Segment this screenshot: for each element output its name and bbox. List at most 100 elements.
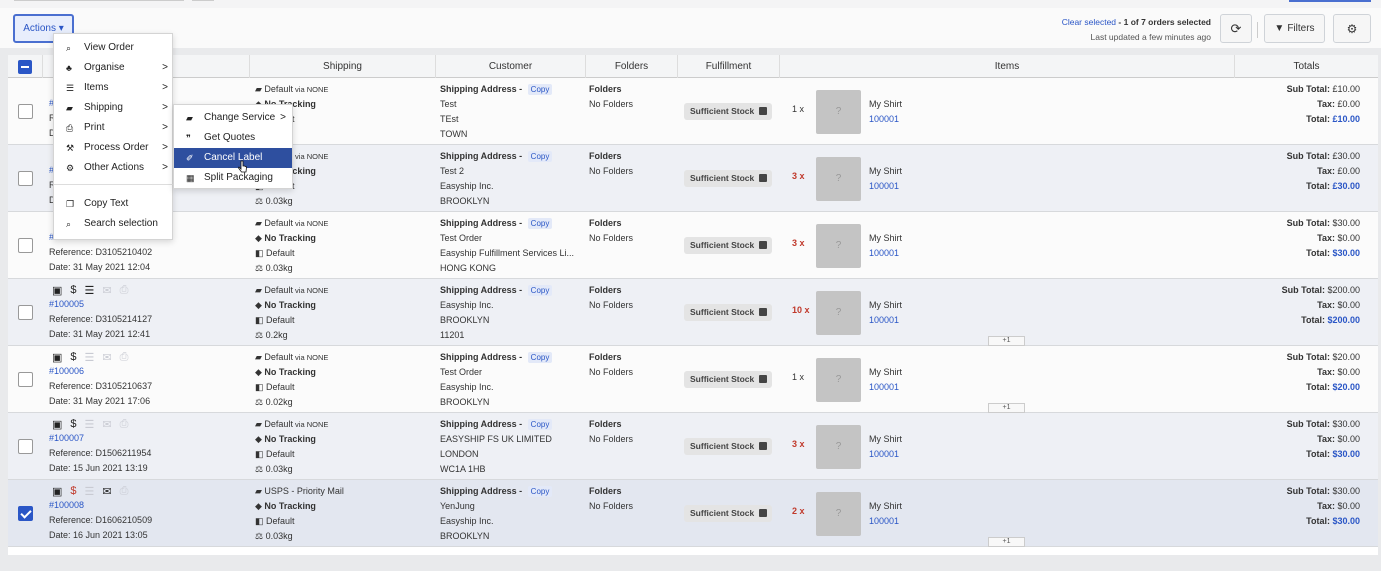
filters-button[interactable]: ▼ Filters — [1264, 14, 1325, 43]
copy-address-button[interactable]: Copy — [527, 486, 553, 497]
menu-item-search-selection[interactable]: ⌕ Search selection — [54, 214, 174, 234]
weight-icon: ⚖ — [255, 464, 266, 474]
row-checkbox[interactable] — [18, 171, 33, 186]
money-icon[interactable]: ▣ — [52, 485, 62, 498]
menu-item-other-actions[interactable]: ⚙ Other Actions > — [54, 158, 174, 178]
more-items-button[interactable]: +1 — [988, 403, 1025, 413]
box-icon: ◧ — [255, 248, 267, 258]
item-thumbnail[interactable]: ? — [816, 358, 861, 402]
table-row[interactable]: ▣$☰✉⎙ #100004 Reference: D3105210402 Dat… — [8, 212, 1378, 279]
submenu-item-split-packaging[interactable]: ▦ Split Packaging — [174, 168, 292, 188]
list-icon[interactable]: ☰ — [85, 485, 95, 498]
print-icon[interactable]: ⎙ — [120, 284, 129, 297]
order-action-icons: ▣ $ ☰ ✉ ⎙ — [52, 284, 128, 297]
tax-label: Tax: — [1317, 166, 1338, 176]
copy-address-button[interactable]: Copy — [527, 419, 553, 430]
item-thumbnail[interactable]: ? — [816, 492, 861, 536]
address-line: Easyship Inc. — [440, 181, 494, 191]
item-sku-link[interactable]: 100001 — [869, 313, 902, 328]
gear-icon: ⚙ — [66, 163, 75, 173]
row-checkbox[interactable] — [18, 506, 33, 521]
subtotal-label: Sub Total: — [1286, 84, 1333, 94]
item-thumbnail[interactable]: ? — [816, 291, 861, 335]
col-customer[interactable]: Customer — [435, 55, 585, 78]
item-sku-link[interactable]: 100001 — [869, 246, 902, 261]
money-icon[interactable]: ▣ — [52, 418, 62, 431]
row-checkbox[interactable] — [18, 372, 33, 387]
item-sku-link[interactable]: 100001 — [869, 112, 902, 127]
select-all-checkbox[interactable] — [18, 60, 32, 74]
envelope-icon[interactable]: ✉ — [102, 284, 111, 297]
item-thumbnail[interactable]: ? — [816, 425, 861, 469]
print-icon[interactable]: ⎙ — [120, 351, 129, 364]
total-label: Total: — [1306, 181, 1333, 191]
envelope-icon[interactable]: ✉ — [102, 418, 111, 431]
envelope-icon[interactable]: ✉ — [102, 485, 111, 498]
item-sku-link[interactable]: 100001 — [869, 179, 902, 194]
item-thumbnail[interactable]: ? — [816, 90, 861, 134]
copy-address-button[interactable]: Copy — [527, 352, 553, 363]
copy-address-button[interactable]: Copy — [527, 218, 553, 229]
print-icon[interactable]: ⎙ — [120, 418, 129, 431]
more-items-button[interactable]: +1 — [988, 537, 1025, 547]
menu-item-organise[interactable]: ♣ Organise > — [54, 58, 174, 78]
order-id-link[interactable]: #100006 — [49, 364, 152, 379]
submenu-item-get-quotes[interactable]: ❞ Get Quotes — [174, 128, 292, 148]
list-icon[interactable]: ☰ — [85, 284, 95, 297]
row-checkbox[interactable] — [18, 238, 33, 253]
copy-address-button[interactable]: Copy — [527, 84, 553, 95]
menu-item-items[interactable]: ☰ Items > — [54, 78, 174, 98]
dollar-icon[interactable]: $ — [70, 485, 76, 498]
table-row[interactable]: ▣ $ ☰ ✉ ⎙ #100005 Reference: D3105214127 Dat… — [8, 279, 1378, 346]
submenu-item-cancel-label[interactable]: ✐ Cancel Label — [174, 148, 292, 168]
item-sku-link[interactable]: 100001 — [869, 380, 902, 395]
print-icon[interactable]: ⎙ — [120, 485, 129, 498]
item-thumbnail[interactable]: ? — [816, 224, 861, 268]
item-quantity: 10 x — [792, 305, 810, 315]
menu-item-process-order[interactable]: ⚒ Process Order > — [54, 138, 174, 158]
refresh-button[interactable]: ⟳ — [1220, 14, 1252, 43]
table-row[interactable]: ▣ $ ☰ ✉ ⎙ #100006 Reference: D3105210637 Dat… — [8, 346, 1378, 413]
envelope-icon[interactable]: ✉ — [102, 351, 111, 364]
row-checkbox[interactable] — [18, 439, 33, 454]
clear-selected-link[interactable]: Clear selected — [1062, 17, 1116, 27]
money-icon[interactable]: ▣ — [52, 284, 62, 297]
col-items[interactable]: Items — [779, 55, 1234, 78]
money-icon[interactable]: ▣ — [52, 351, 62, 364]
package-name: Default — [266, 449, 295, 459]
order-id-link[interactable]: #100007 — [49, 431, 151, 446]
copy-address-button[interactable]: Copy — [527, 151, 553, 162]
menu-item-shipping[interactable]: ▰ Shipping > — [54, 98, 174, 118]
row-checkbox[interactable] — [18, 104, 33, 119]
col-fulfillment[interactable]: Fulfillment — [677, 55, 779, 78]
list-icon[interactable]: ☰ — [85, 418, 95, 431]
item-name: My Shirt — [869, 99, 903, 109]
item-info: My Shirt 100001 — [869, 298, 902, 328]
list-icon[interactable]: ☰ — [85, 351, 95, 364]
order-id-link[interactable]: #100008 — [49, 498, 152, 513]
col-folders[interactable]: Folders — [585, 55, 677, 78]
menu-item-copy-text[interactable]: ❐ Copy Text — [54, 194, 174, 214]
copy-address-button[interactable]: Copy — [527, 285, 553, 296]
table-row[interactable]: ▣ $ ☰ ✉ ⎙ #100008 Reference: D1606210509 Dat… — [8, 480, 1378, 547]
col-totals[interactable]: Totals — [1234, 55, 1378, 78]
folders-title: Folders — [589, 84, 622, 94]
menu-item-view-order[interactable]: ⌕ View Order — [54, 38, 174, 58]
item-thumbnail[interactable]: ? — [816, 157, 861, 201]
item-sku-link[interactable]: 100001 — [869, 514, 902, 529]
dollar-icon[interactable]: $ — [70, 418, 76, 431]
folders-info: Folders No Folders — [589, 350, 633, 380]
dollar-icon[interactable]: $ — [70, 351, 76, 364]
more-items-button[interactable]: +1 — [988, 336, 1025, 346]
order-id-link[interactable]: #100005 — [49, 297, 152, 312]
menu-item-print[interactable]: ⎙ Print > — [54, 118, 174, 138]
item-sku-link[interactable]: 100001 — [869, 447, 902, 462]
subtotal-value: $200.00 — [1327, 285, 1360, 295]
submenu-item-change-service[interactable]: ▰ Change Service > — [174, 108, 292, 128]
table-row[interactable]: ▣ $ ☰ ✉ ⎙ #100007 Reference: D1506211954 Dat… — [8, 413, 1378, 480]
row-checkbox[interactable] — [18, 305, 33, 320]
col-shipping[interactable]: Shipping — [249, 55, 435, 78]
settings-button[interactable]: ⚙ — [1333, 14, 1371, 43]
address-line: Easyship Inc. — [440, 300, 494, 310]
dollar-icon[interactable]: $ — [70, 284, 76, 297]
